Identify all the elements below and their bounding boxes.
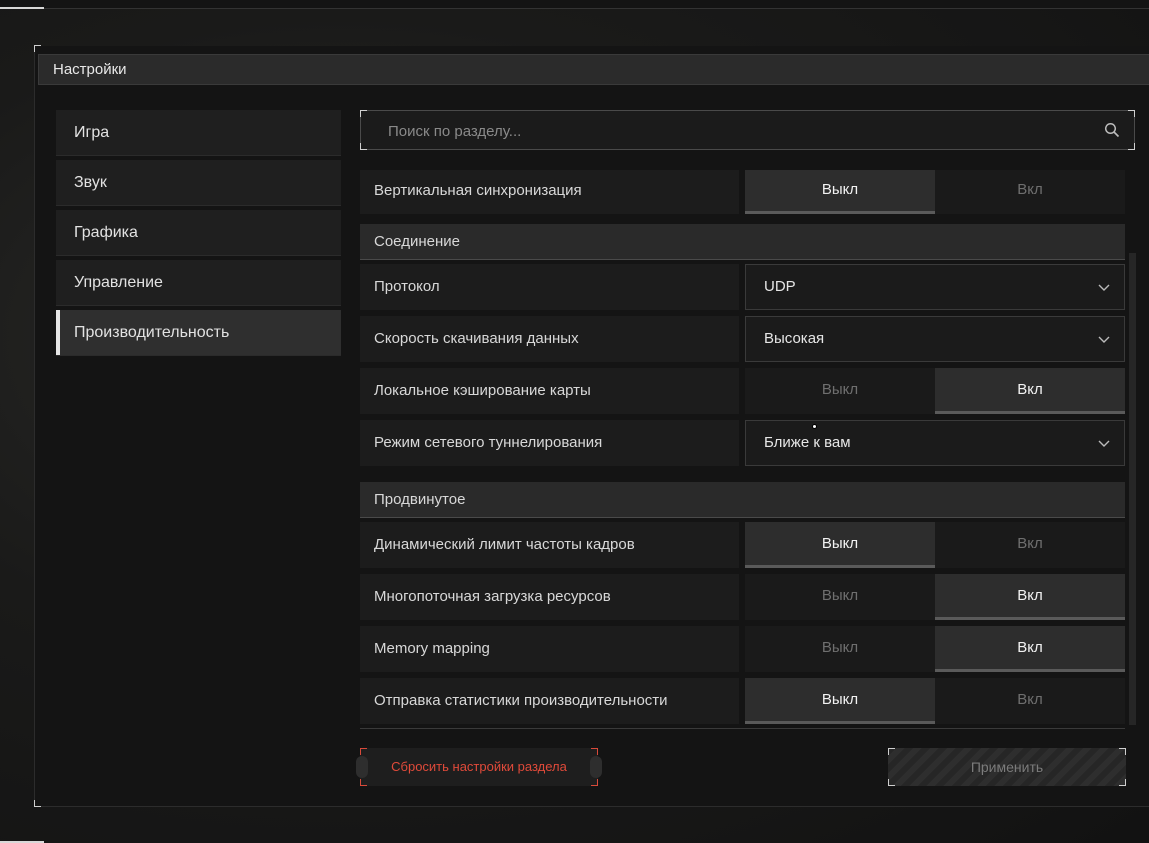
- dropdown-value: Ближе к вам: [764, 434, 851, 451]
- window-corner: [34, 800, 41, 807]
- section-header-connection: Соединение: [360, 224, 1125, 260]
- toggle-off-option[interactable]: Выкл: [745, 626, 935, 672]
- search-icon[interactable]: [1104, 122, 1120, 138]
- button-corner: [591, 779, 598, 786]
- button-corner: [360, 779, 367, 786]
- toggle-on-option[interactable]: Вкл: [935, 678, 1125, 724]
- window-corner: [34, 45, 41, 52]
- setting-row-vsync: Вертикальная синхронизация Выкл Вкл: [360, 170, 1125, 214]
- setting-row-perf-stats: Отправка статистики производительности В…: [360, 678, 1125, 724]
- reset-button-label: Сбросить настройки раздела: [391, 759, 567, 774]
- apply-button-label: Применить: [970, 759, 1044, 775]
- section-header-advanced: Продвинутое: [360, 482, 1125, 518]
- setting-label: Отправка статистики производительности: [360, 678, 739, 724]
- sidebar-item-controls[interactable]: Управление: [56, 260, 341, 306]
- perf-stats-toggle: Выкл Вкл: [745, 678, 1125, 724]
- button-cap: [356, 756, 368, 778]
- mouse-cursor: [812, 424, 817, 429]
- search-input[interactable]: [361, 111, 1110, 151]
- chevron-down-icon: [1098, 336, 1110, 343]
- setting-row-protocol: Протокол UDP: [360, 264, 1125, 310]
- setting-label: Скорость скачивания данных: [360, 316, 739, 362]
- button-corner: [1119, 748, 1126, 755]
- sidebar-item-graphics[interactable]: Графика: [56, 210, 341, 256]
- button-corner: [888, 779, 895, 786]
- settings-list: Вертикальная синхронизация Выкл Вкл Соед…: [360, 170, 1125, 729]
- toggle-off-option[interactable]: Выкл: [745, 170, 935, 214]
- setting-label: Вертикальная синхронизация: [360, 170, 739, 214]
- tunneling-dropdown[interactable]: Ближе к вам: [745, 420, 1125, 466]
- dropdown-value: UDP: [764, 278, 796, 295]
- chevron-down-icon: [1098, 440, 1110, 447]
- setting-row-download-speed: Скорость скачивания данных Высокая: [360, 316, 1125, 362]
- reset-section-button[interactable]: Сбросить настройки раздела: [356, 748, 602, 786]
- dynamic-fps-toggle: Выкл Вкл: [745, 522, 1125, 568]
- section-search: [360, 110, 1135, 151]
- setting-label: Многопоточная загрузка ресурсов: [360, 574, 739, 620]
- toggle-on-option[interactable]: Вкл: [935, 170, 1125, 214]
- toggle-on-option[interactable]: Вкл: [935, 626, 1125, 672]
- toggle-on-option[interactable]: Вкл: [935, 368, 1125, 414]
- button-cap: [590, 756, 602, 778]
- toggle-off-option[interactable]: Выкл: [745, 574, 935, 620]
- top-bar: [0, 0, 1149, 9]
- sidebar-item-sound[interactable]: Звук: [56, 160, 341, 206]
- divider: [360, 728, 1125, 729]
- dropdown-value: Высокая: [764, 330, 825, 347]
- setting-label: Memory mapping: [360, 626, 739, 672]
- toggle-off-option[interactable]: Выкл: [745, 522, 935, 568]
- button-corner: [1119, 779, 1126, 786]
- button-corner: [360, 748, 367, 755]
- window-title: Настройки: [38, 54, 1149, 85]
- search-corner: [1128, 110, 1135, 117]
- vsync-toggle: Выкл Вкл: [745, 170, 1125, 214]
- memory-mapping-toggle: Выкл Вкл: [745, 626, 1125, 672]
- toggle-on-option[interactable]: Вкл: [935, 522, 1125, 568]
- top-bar-indicator: [0, 7, 44, 9]
- settings-window: Настройки Игра Звук Графика Управление П…: [34, 45, 1149, 807]
- setting-label: Динамический лимит частоты кадров: [360, 522, 739, 568]
- chevron-down-icon: [1098, 284, 1110, 291]
- toggle-off-option[interactable]: Выкл: [745, 368, 935, 414]
- toggle-on-option[interactable]: Вкл: [935, 574, 1125, 620]
- setting-row-multithread-load: Многопоточная загрузка ресурсов Выкл Вкл: [360, 574, 1125, 620]
- multithread-load-toggle: Выкл Вкл: [745, 574, 1125, 620]
- button-corner: [591, 748, 598, 755]
- apply-button[interactable]: Применить: [888, 748, 1126, 786]
- sidebar-item-performance[interactable]: Производительность: [56, 310, 341, 356]
- setting-label: Протокол: [360, 264, 739, 310]
- settings-sidebar: Игра Звук Графика Управление Производите…: [56, 110, 341, 360]
- setting-row-map-cache: Локальное кэширование карты Выкл Вкл: [360, 368, 1125, 414]
- setting-label: Локальное кэширование карты: [360, 368, 739, 414]
- setting-row-dynamic-fps: Динамический лимит частоты кадров Выкл В…: [360, 522, 1125, 568]
- setting-label: Режим сетевого туннелирования: [360, 420, 739, 466]
- protocol-dropdown[interactable]: UDP: [745, 264, 1125, 310]
- sidebar-item-game[interactable]: Игра: [56, 110, 341, 156]
- map-cache-toggle: Выкл Вкл: [745, 368, 1125, 414]
- settings-scrollbar[interactable]: [1129, 253, 1136, 725]
- button-corner: [888, 748, 895, 755]
- search-corner: [1128, 143, 1135, 150]
- toggle-off-option[interactable]: Выкл: [745, 678, 935, 724]
- download-speed-dropdown[interactable]: Высокая: [745, 316, 1125, 362]
- setting-row-memory-mapping: Memory mapping Выкл Вкл: [360, 626, 1125, 672]
- setting-row-tunneling: Режим сетевого туннелирования Ближе к ва…: [360, 420, 1125, 466]
